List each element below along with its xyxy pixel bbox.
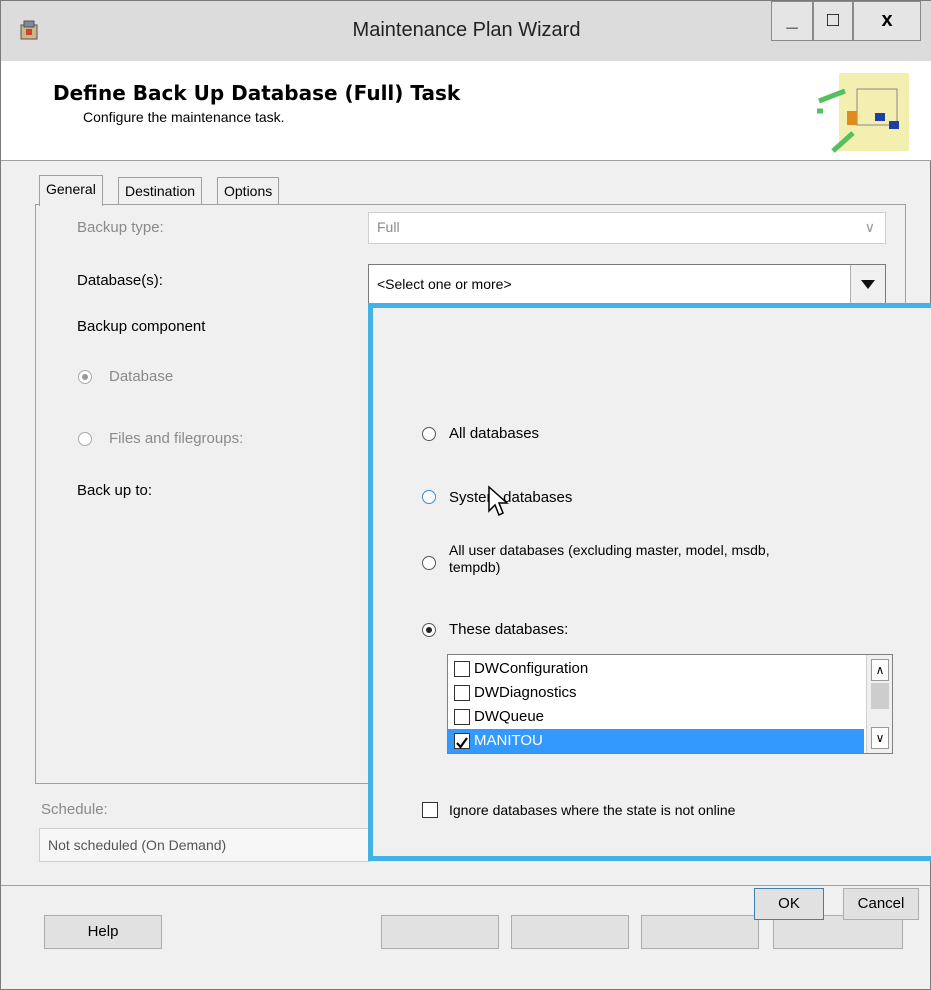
- listbox-scrollbar[interactable]: ∧ ∨: [866, 655, 892, 753]
- cancel-wizard-button[interactable]: [773, 915, 903, 949]
- these-databases-radio[interactable]: [422, 623, 436, 637]
- databases-value: <Select one or more>: [377, 276, 512, 292]
- system-databases-radio[interactable]: [422, 490, 436, 504]
- database-name: DWConfiguration: [474, 660, 589, 677]
- backup-type-label: Backup type:: [77, 219, 164, 236]
- header-panel: Define Back Up Database (Full) Task Conf…: [1, 61, 931, 161]
- database-selection-popup: All databases System databases All user …: [368, 303, 931, 920]
- backup-type-select[interactable]: Full ∨: [368, 212, 886, 244]
- close-button[interactable]: x: [853, 1, 921, 41]
- back-up-to-label: Back up to:: [77, 482, 153, 499]
- databases-select[interactable]: <Select one or more>: [368, 264, 886, 304]
- page-subtitle: Configure the maintenance task.: [83, 109, 285, 125]
- cancel-button-label: Cancel: [857, 895, 905, 912]
- database-name: DWQueue: [474, 708, 545, 725]
- scroll-up-icon[interactable]: ∧: [871, 659, 889, 681]
- files-filegroups-label: Files and filegroups:: [109, 430, 244, 447]
- tab-general-label: General: [46, 181, 96, 197]
- backup-type-value: Full: [377, 219, 400, 235]
- dropdown-arrow-icon: [861, 280, 875, 289]
- database-name: MANITOU: [474, 732, 543, 749]
- list-item[interactable]: DWQueue: [448, 705, 864, 729]
- all-user-databases-label: All user databases (excluding master, mo…: [449, 542, 770, 558]
- these-databases-label: These databases:: [449, 621, 569, 638]
- help-button-label: Help: [87, 923, 119, 940]
- checkmark-icon: [456, 737, 468, 749]
- minimize-icon: _: [786, 9, 798, 31]
- mouse-cursor-icon: [488, 485, 509, 517]
- ignore-offline-label: Ignore databases where the state is not …: [449, 802, 736, 818]
- next-button[interactable]: [511, 915, 629, 949]
- footer-divider: [1, 885, 931, 886]
- wizard-window: Maintenance Plan Wizard _ □ x Define Bac…: [0, 0, 931, 990]
- close-icon: x: [881, 9, 893, 31]
- finish-button[interactable]: [641, 915, 759, 949]
- scroll-thumb[interactable]: [871, 683, 889, 709]
- database-radio-label: Database: [109, 368, 174, 385]
- list-item[interactable]: DWConfiguration: [448, 657, 864, 681]
- tab-destination-label: Destination: [125, 183, 196, 199]
- dropdown-button[interactable]: [850, 265, 885, 303]
- backup-component-label: Backup component: [77, 318, 206, 335]
- database-checkbox[interactable]: [454, 709, 470, 725]
- scroll-down-icon[interactable]: ∨: [871, 727, 889, 749]
- all-databases-radio[interactable]: [422, 427, 436, 441]
- ok-button[interactable]: OK: [754, 888, 824, 920]
- title-bar: Maintenance Plan Wizard _ □ x: [1, 1, 931, 61]
- database-checkbox-checked[interactable]: [454, 733, 470, 749]
- chevron-down-icon: ∨: [864, 219, 875, 235]
- tab-options[interactable]: Options: [217, 177, 280, 205]
- database-name: DWDiagnostics: [474, 684, 577, 701]
- ok-button-label: OK: [778, 895, 800, 912]
- maximize-button[interactable]: □: [813, 1, 853, 41]
- tab-options-label: Options: [224, 183, 273, 199]
- database-checkbox[interactable]: [454, 685, 470, 701]
- schedule-field[interactable]: Not scheduled (On Demand): [39, 828, 371, 862]
- schedule-value: Not scheduled (On Demand): [48, 837, 227, 853]
- all-databases-label: All databases: [449, 425, 540, 442]
- list-item[interactable]: DWDiagnostics: [448, 681, 864, 705]
- ignore-offline-checkbox[interactable]: [422, 802, 438, 818]
- page-title: Define Back Up Database (Full) Task: [53, 81, 461, 105]
- all-user-databases-radio[interactable]: [422, 556, 436, 570]
- tab-destination[interactable]: Destination: [118, 177, 203, 205]
- databases-label: Database(s):: [77, 272, 163, 289]
- files-filegroups-radio[interactable]: [78, 432, 92, 446]
- maximize-icon: □: [826, 9, 840, 31]
- all-user-databases-label-cont: tempdb): [449, 559, 501, 575]
- database-listbox[interactable]: DWConfiguration DWDiagnostics DWQueue MA…: [447, 654, 893, 754]
- minimize-button[interactable]: _: [771, 1, 813, 41]
- cancel-button[interactable]: Cancel: [843, 888, 919, 920]
- database-radio[interactable]: [78, 370, 92, 384]
- schedule-label: Schedule:: [41, 801, 108, 818]
- previous-button[interactable]: [381, 915, 499, 949]
- tab-general[interactable]: General: [39, 175, 103, 206]
- database-checkbox[interactable]: [454, 661, 470, 677]
- help-button[interactable]: Help: [44, 915, 162, 949]
- list-item[interactable]: MANITOU: [448, 729, 864, 753]
- wizard-graphic-icon: [817, 73, 909, 153]
